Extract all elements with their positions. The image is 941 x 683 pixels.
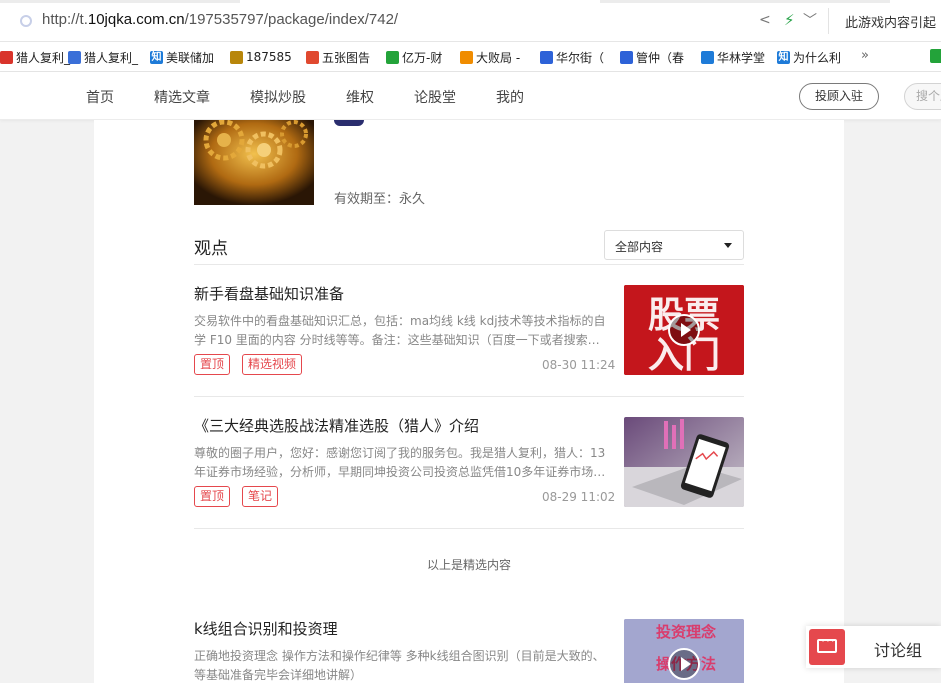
divider [194,396,744,397]
nav-home[interactable]: 首页 [86,87,114,107]
bookmark-favicon-icon: 知 [777,50,790,64]
bookmark-favicon-icon [68,50,81,64]
extension-icon[interactable] [930,49,941,63]
bookmark-label: 大败局 - [476,50,521,65]
bookmark-label: 华尔街（ [556,50,605,65]
bookmark-label: 187585 [246,50,292,64]
play-icon[interactable] [668,314,700,346]
stock-search-button[interactable]: 搜个股 [904,83,941,110]
bookmark-favicon-icon [460,50,473,64]
article-thumbnail[interactable]: 股票 入门 [624,285,744,375]
url-field[interactable]: http://t.10jqka.com.cn/197535797/package… [42,11,398,28]
bookmark-item[interactable]: 管仲（春 [620,48,684,66]
package-content: 有效期至：永久 观点 全部内容 新手看盘基础知识准备 交易软件中的看盘基础知识汇… [94,120,844,683]
bookmark-favicon-icon: 知 [150,50,163,64]
bookmark-item[interactable]: 华林学堂 [701,48,765,66]
bookmark-favicon-icon [0,50,13,64]
tab-strip [0,0,941,3]
chat-icon [809,629,845,665]
article-summary: 正确地投资理念 操作方法和操作纪律等 多种k线组合图识别（目前是大致的、等基础准… [194,649,605,682]
featured-end-note: 以上是精选内容 [426,558,511,572]
bookmark-label: 美联储加 [166,50,215,65]
validity-label: 有效期至：永久 [334,192,426,207]
content-filter-select[interactable]: 全部内容 [604,230,744,260]
play-icon[interactable] [668,648,700,680]
divider [194,528,744,529]
share-icon[interactable]: < [759,12,771,28]
article-title[interactable]: 《三大经典选股战法精准选股（猎人》介绍 [194,415,479,436]
site-info-icon[interactable] [20,15,32,27]
bookmark-item[interactable]: 大败局 - [460,48,520,66]
bookmark-item[interactable]: 猎人复利_ [68,48,138,66]
bookmark-item[interactable]: 知为什么利 [777,48,841,66]
bookmark-label: 五张图告 [322,50,371,65]
author-avatar[interactable] [334,120,364,126]
bookmark-item[interactable]: 五张图告 [306,48,370,66]
bookmark-favicon-icon [306,50,319,64]
bookmark-item[interactable]: 187585 [230,48,292,66]
tag-notes[interactable]: 笔记 [242,486,279,507]
bookmark-favicon-icon [540,50,553,64]
bookmark-label: 猎人复利_ [84,50,139,65]
nav-featured-articles[interactable]: 精选文章 [154,87,210,107]
article-summary: 尊敬的圈子用户，您好：感谢您订阅了我的服务包。我是猎人复利，猎人：13年证券市场… [194,446,606,479]
bookmark-item[interactable]: 亿万-财 [386,48,442,66]
bookmark-favicon-icon [620,50,633,64]
divider [194,264,744,265]
article-summary: 交易软件中的看盘基础知识汇总，包括：ma均线 k线 kdj技术等技术指标的自学 … [194,314,606,347]
bookmark-item[interactable]: 猎人复利_ [0,48,70,66]
nav-simulated-trading[interactable]: 模拟炒股 [250,87,306,107]
bookmarks-bar: » 猎人复利_ 猎人复利_ 知美联储加 187585 五张图告 亿万-财 大败局 - 华尔街（… [0,42,941,72]
bookmarks-more-button[interactable]: » [861,48,869,63]
bookmark-label: 为什么利 [793,50,842,65]
bookmark-label: 亿万-财 [402,50,443,65]
nav-rights[interactable]: 维权 [346,87,374,107]
tag-pinned[interactable]: 置顶 [194,486,231,507]
bookmark-favicon-icon [701,50,714,64]
caret-down-icon [724,243,732,248]
advisor-join-button[interactable]: 投顾入驻 [799,83,879,110]
thumbnail-text-top: 投资理念 [656,623,716,641]
section-title: 观点 [194,239,228,259]
article-thumbnail[interactable] [624,417,744,507]
divider [828,8,829,34]
package-cover-image [194,120,314,205]
tag-featured-video[interactable]: 精选视频 [242,354,303,375]
discussion-label: 讨论组 [874,641,923,660]
article-title[interactable]: k线组合识别和投资理 [194,618,338,639]
bookmark-item[interactable]: 华尔街（ [540,48,604,66]
search-suggestion[interactable]: 此游戏内容引起 [845,12,936,31]
article-thumbnail[interactable]: 投资理念 操作方法 [624,619,744,683]
article-date: 08-29 11:02 [542,490,616,504]
bookmark-favicon-icon [230,50,243,64]
nav-mine[interactable]: 我的 [496,87,524,107]
filter-value: 全部内容 [615,240,664,254]
discussion-group-button[interactable]: 讨论组 [806,626,941,668]
nav-forum[interactable]: 论股堂 [414,87,456,107]
tag-pinned[interactable]: 置顶 [194,354,231,375]
bookmark-favicon-icon [386,50,399,64]
lightning-icon[interactable]: ⚡ [784,11,795,29]
phone-trading-photo [624,417,744,507]
article-date: 08-30 11:24 [542,358,616,372]
chevron-down-icon[interactable]: ﹀ [803,10,817,30]
address-bar[interactable]: http://t.10jqka.com.cn/197535797/package… [0,0,941,42]
bookmark-label: 管仲（春 [636,50,685,65]
bookmark-item[interactable]: 知美联储加 [150,48,214,66]
bookmark-label: 猎人复利_ [16,50,71,65]
article-title[interactable]: 新手看盘基础知识准备 [194,283,344,304]
bookmark-label: 华林学堂 [717,50,766,65]
